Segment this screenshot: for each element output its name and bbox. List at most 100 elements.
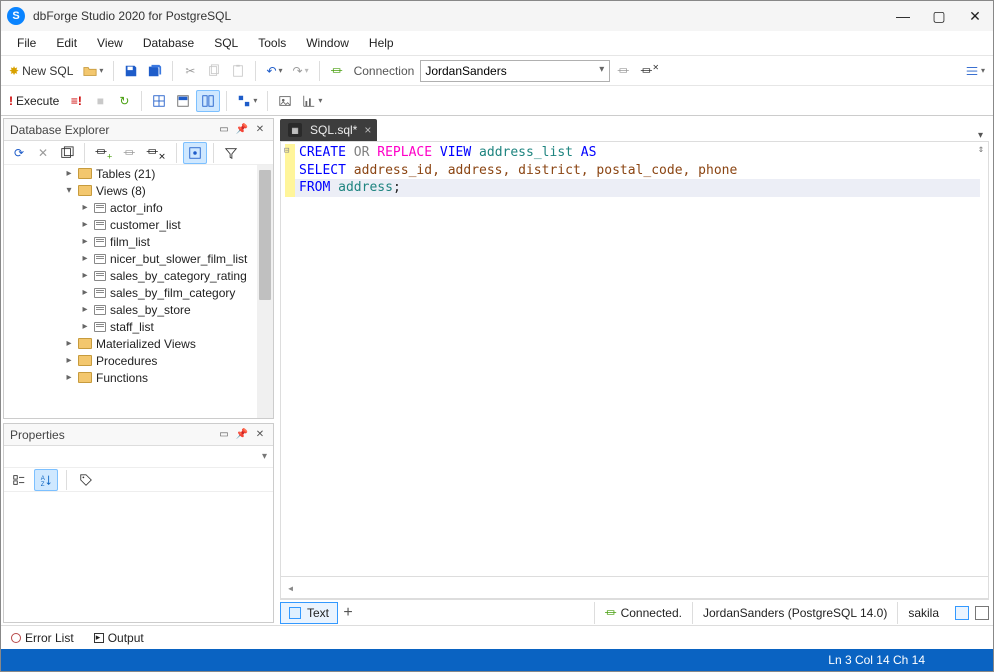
tool3-button[interactable]	[196, 90, 220, 112]
save-button[interactable]	[120, 60, 142, 82]
close-button[interactable]: ✕	[963, 4, 987, 28]
file-tab-sql[interactable]: ▦ SQL.sql* ×	[280, 119, 377, 141]
cut-button[interactable]: ✂	[179, 60, 201, 82]
tree-view-item[interactable]: ▸nicer_but_slower_film_list	[4, 250, 273, 267]
props-alphabetical-button[interactable]: AZ	[34, 469, 58, 491]
tree-view-item[interactable]: ▸film_list	[4, 233, 273, 250]
menu-tools[interactable]: Tools	[248, 33, 296, 53]
show-all-button[interactable]	[183, 142, 207, 164]
layout-toggle-1[interactable]	[955, 606, 969, 620]
tree-views-node[interactable]: ▾Views (8)	[4, 182, 273, 199]
panel-pin-button[interactable]: 📌	[235, 123, 249, 137]
tree-functions-node[interactable]: ▸Functions	[4, 369, 273, 386]
panel-window-button[interactable]: ▭	[217, 428, 231, 442]
refresh-exec-button[interactable]: ↻	[113, 90, 135, 112]
panel-pin-button[interactable]: 📌	[235, 428, 249, 442]
props-events-button[interactable]	[75, 469, 97, 491]
plug-remove-button[interactable]: ⏛✕	[142, 142, 170, 164]
plug-add-button[interactable]: ⏛+	[91, 142, 116, 164]
chevron-right-icon[interactable]: ▸	[80, 219, 90, 230]
tree-view-item[interactable]: ▸actor_info	[4, 199, 273, 216]
scrollbar-thumb[interactable]	[259, 170, 271, 300]
panel-close-button[interactable]: ✕	[253, 123, 267, 137]
save-all-button[interactable]	[144, 60, 166, 82]
props-categorized-button[interactable]	[8, 469, 30, 491]
code-area[interactable]: CREATE OR REPLACE VIEW address_list AS S…	[281, 142, 988, 576]
minimize-button[interactable]: —	[891, 4, 915, 28]
menu-database[interactable]: Database	[133, 33, 204, 53]
connection-label: Connection	[354, 64, 415, 78]
tag-icon	[79, 473, 93, 487]
add-view-tab-button[interactable]: +	[338, 604, 358, 622]
chevron-right-icon[interactable]: ▸	[80, 287, 90, 298]
chevron-right-icon[interactable]: ▸	[80, 202, 90, 213]
chevron-right-icon[interactable]: ▸	[80, 304, 90, 315]
chevron-down-icon[interactable]: ▾	[64, 185, 74, 196]
chevron-right-icon[interactable]: ▸	[80, 270, 90, 281]
layout-toggle-2[interactable]	[975, 606, 989, 620]
tool2-button[interactable]	[172, 90, 194, 112]
menu-view[interactable]: View	[87, 33, 133, 53]
maximize-button[interactable]: ▢	[927, 4, 951, 28]
tree-view-item[interactable]: ▸sales_by_category_rating	[4, 267, 273, 284]
disconnect-button[interactable]: ⏛	[612, 60, 634, 82]
tree-tables-node[interactable]: ▸Tables (21)	[4, 165, 273, 182]
editor-hscroll[interactable]: ◂	[281, 576, 988, 598]
split-toggle-button[interactable]: ⇕	[974, 142, 988, 156]
tree-materialized-views-node[interactable]: ▸Materialized Views	[4, 335, 273, 352]
connection-select[interactable]	[420, 60, 610, 82]
open-folder-button[interactable]: ▾	[79, 60, 107, 82]
paste-icon	[231, 64, 245, 78]
stop-button[interactable]: ■	[89, 90, 111, 112]
chevron-right-icon[interactable]: ▸	[80, 321, 90, 332]
toolbar-customize-button[interactable]: ▾	[961, 60, 989, 82]
redo-button[interactable]: ↷▾	[289, 60, 313, 82]
tree-view-item[interactable]: ▸customer_list	[4, 216, 273, 233]
tree-scrollbar[interactable]	[257, 165, 273, 418]
undo-button[interactable]: ↶▾	[262, 60, 286, 82]
panel-close-button[interactable]: ✕	[253, 428, 267, 442]
panel-window-button[interactable]: ▭	[217, 123, 231, 137]
menu-sql[interactable]: SQL	[204, 33, 248, 53]
new-window-button[interactable]	[56, 142, 78, 164]
plug-single-button[interactable]: ⏛	[118, 142, 140, 164]
category-icon	[12, 473, 26, 487]
chevron-right-icon[interactable]: ▸	[64, 168, 74, 179]
disconnect-all-button[interactable]: ⏛✕	[636, 60, 663, 82]
error-list-tab[interactable]: Error List	[5, 629, 80, 647]
new-sql-button[interactable]: ✸New SQL	[5, 60, 77, 82]
menu-edit[interactable]: Edit	[46, 33, 87, 53]
filter-button[interactable]	[220, 142, 242, 164]
image-button[interactable]	[274, 90, 296, 112]
execute-button[interactable]: !Execute	[5, 90, 63, 112]
sql-editor[interactable]: ⇕ CREATE OR REPLACE VIEW address_list AS…	[280, 141, 989, 599]
view-tab-text[interactable]: Text	[280, 602, 338, 624]
tree-procedures-node[interactable]: ▸Procedures	[4, 352, 273, 369]
chevron-right-icon[interactable]: ▸	[80, 253, 90, 264]
chevron-right-icon[interactable]: ▸	[80, 236, 90, 247]
database-tree[interactable]: ▸Tables (21) ▾Views (8) ▸actor_info ▸cus…	[4, 165, 273, 418]
menu-window[interactable]: Window	[296, 33, 359, 53]
execute-current-button[interactable]: ≡!	[65, 90, 87, 112]
tree-view-item[interactable]: ▸sales_by_store	[4, 301, 273, 318]
chevron-right-icon[interactable]: ▸	[64, 372, 74, 383]
chart-button[interactable]: ▾	[298, 90, 326, 112]
hscroll-left-icon[interactable]: ◂	[287, 581, 301, 595]
menu-file[interactable]: File	[7, 33, 46, 53]
close-tab-button[interactable]: ×	[364, 123, 371, 137]
chevron-right-icon[interactable]: ▸	[64, 338, 74, 349]
output-tab[interactable]: Output	[88, 629, 150, 647]
delete-button[interactable]: ✕	[32, 142, 54, 164]
refresh-button[interactable]: ⟳	[8, 142, 30, 164]
tool1-button[interactable]	[148, 90, 170, 112]
menu-help[interactable]: Help	[359, 33, 404, 53]
connection-indicator-button[interactable]: ⏛	[326, 60, 348, 82]
paste-button[interactable]	[227, 60, 249, 82]
tree-view-item[interactable]: ▸sales_by_film_category	[4, 284, 273, 301]
properties-target-select[interactable]	[4, 446, 273, 468]
insert-button[interactable]: ▾	[233, 90, 261, 112]
copy-button[interactable]	[203, 60, 225, 82]
tree-view-item[interactable]: ▸staff_list	[4, 318, 273, 335]
chevron-right-icon[interactable]: ▸	[64, 355, 74, 366]
tabs-dropdown-button[interactable]: ▾	[978, 130, 983, 141]
